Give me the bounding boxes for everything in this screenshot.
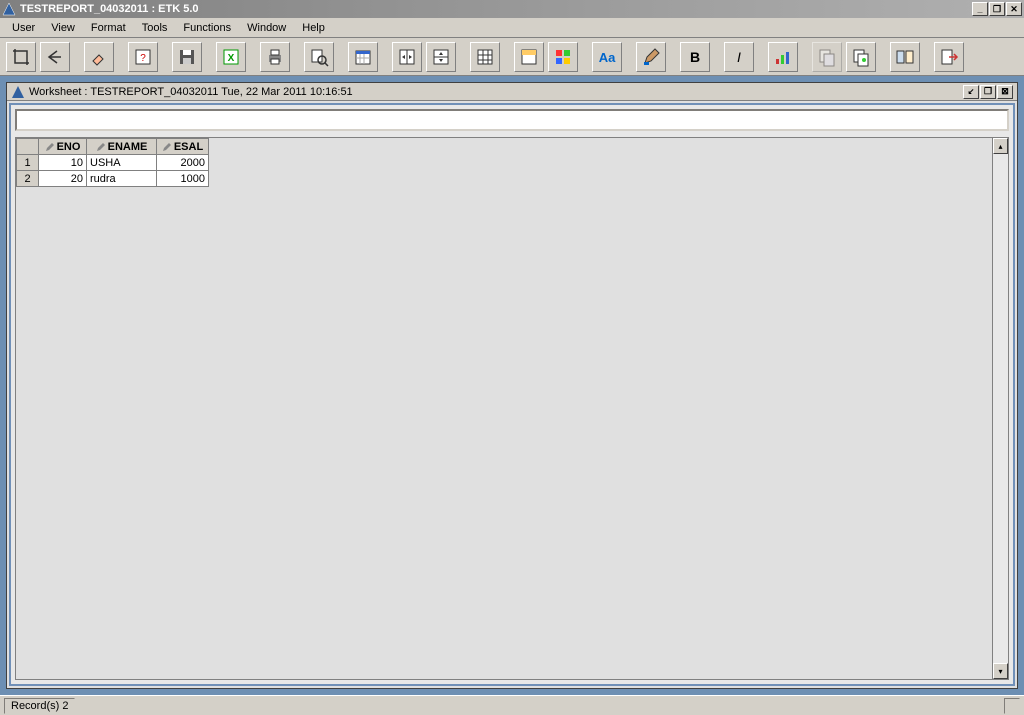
menu-window[interactable]: Window — [239, 20, 294, 36]
table-row[interactable]: 2 20 rudra 1000 — [17, 171, 209, 187]
table-height-button[interactable] — [426, 42, 456, 72]
undo-button[interactable] — [40, 42, 70, 72]
col-header-eno[interactable]: ENO — [39, 139, 87, 155]
menu-user[interactable]: User — [4, 20, 43, 36]
maximize-button[interactable]: ❐ — [989, 2, 1005, 16]
status-records: Record(s) 2 — [4, 698, 75, 714]
palette-button[interactable] — [548, 42, 578, 72]
exit-button[interactable] — [934, 42, 964, 72]
cell[interactable]: 1000 — [157, 171, 209, 187]
scroll-track[interactable] — [993, 154, 1008, 663]
panels-button[interactable] — [890, 42, 920, 72]
grid-button[interactable] — [470, 42, 500, 72]
resize-grip[interactable] — [1004, 698, 1020, 714]
titlebar: TESTREPORT_04032011 : ETK 5.0 _ ❐ ✕ — [0, 0, 1024, 18]
cell[interactable]: USHA — [87, 155, 157, 171]
print-button[interactable] — [260, 42, 290, 72]
window-controls: _ ❐ ✕ — [972, 2, 1022, 16]
table-width-button[interactable] — [392, 42, 422, 72]
app-title: TESTREPORT_04032011 : ETK 5.0 — [20, 3, 972, 15]
cell[interactable]: 20 — [39, 171, 87, 187]
cell[interactable]: 2000 — [157, 155, 209, 171]
worksheet-titlebar: Worksheet : TESTREPORT_04032011 Tue, 22 … — [7, 83, 1017, 101]
col-header-esal[interactable]: ESAL — [157, 139, 209, 155]
row-header[interactable]: 2 — [17, 171, 39, 187]
cell[interactable]: rudra — [87, 171, 157, 187]
worksheet-maximize-button[interactable]: ❐ — [980, 85, 996, 99]
worksheet-icon — [11, 85, 25, 99]
menu-view[interactable]: View — [43, 20, 83, 36]
corner-cell[interactable] — [17, 139, 39, 155]
menubar: User View Format Tools Functions Window … — [0, 18, 1024, 38]
worksheet-title: Worksheet : TESTREPORT_04032011 Tue, 22 … — [29, 86, 963, 98]
svg-text:?: ? — [140, 53, 146, 64]
menu-tools[interactable]: Tools — [134, 20, 176, 36]
svg-text:B: B — [690, 49, 700, 65]
statusbar: Record(s) 2 — [0, 695, 1024, 715]
worksheet-minimize-button[interactable]: ↙ — [963, 85, 979, 99]
eraser-button[interactable] — [84, 42, 114, 72]
worksheet-window-controls: ↙ ❐ ⊠ — [963, 85, 1013, 99]
excel-button[interactable]: X — [216, 42, 246, 72]
scroll-down-button[interactable]: ▾ — [993, 663, 1008, 679]
menu-functions[interactable]: Functions — [175, 20, 239, 36]
chart-button[interactable] — [768, 42, 798, 72]
refresh-button[interactable]: ? — [128, 42, 158, 72]
worksheet-window: Worksheet : TESTREPORT_04032011 Tue, 22 … — [6, 82, 1018, 689]
preview-button[interactable] — [304, 42, 334, 72]
app-logo-icon — [2, 2, 16, 16]
close-button[interactable]: ✕ — [1006, 2, 1022, 16]
italic-button[interactable]: I — [724, 42, 754, 72]
workspace: Worksheet : TESTREPORT_04032011 Tue, 22 … — [0, 76, 1024, 695]
worksheet-body: ENO ENAME ESAL 1 10 USHA 2000 2 20 — [9, 103, 1015, 686]
bold-button[interactable]: B — [680, 42, 710, 72]
grid-content: ENO ENAME ESAL 1 10 USHA 2000 2 20 — [16, 138, 992, 679]
row-header[interactable]: 1 — [17, 155, 39, 171]
brush-button[interactable] — [636, 42, 666, 72]
calendar-button[interactable] — [348, 42, 378, 72]
table-row[interactable]: 1 10 USHA 2000 — [17, 155, 209, 171]
vertical-scrollbar[interactable]: ▴ ▾ — [992, 138, 1008, 679]
menu-format[interactable]: Format — [83, 20, 134, 36]
grid-container: ENO ENAME ESAL 1 10 USHA 2000 2 20 — [15, 137, 1009, 680]
svg-text:I: I — [737, 49, 741, 65]
data-grid[interactable]: ENO ENAME ESAL 1 10 USHA 2000 2 20 — [16, 138, 209, 187]
fill-button[interactable] — [514, 42, 544, 72]
crop-button[interactable] — [6, 42, 36, 72]
copy1-button — [812, 42, 842, 72]
font-blue-button[interactable]: Aa — [592, 42, 622, 72]
menu-help[interactable]: Help — [294, 20, 333, 36]
copy2-button[interactable] — [846, 42, 876, 72]
save-button[interactable] — [172, 42, 202, 72]
cell[interactable]: 10 — [39, 155, 87, 171]
svg-text:Aa: Aa — [599, 50, 616, 65]
worksheet-close-button[interactable]: ⊠ — [997, 85, 1013, 99]
scroll-up-button[interactable]: ▴ — [993, 138, 1008, 154]
formula-bar[interactable] — [15, 109, 1009, 131]
toolbar: ? X Aa B I — [0, 38, 1024, 76]
col-header-ename[interactable]: ENAME — [87, 139, 157, 155]
svg-text:X: X — [228, 53, 235, 64]
minimize-button[interactable]: _ — [972, 2, 988, 16]
